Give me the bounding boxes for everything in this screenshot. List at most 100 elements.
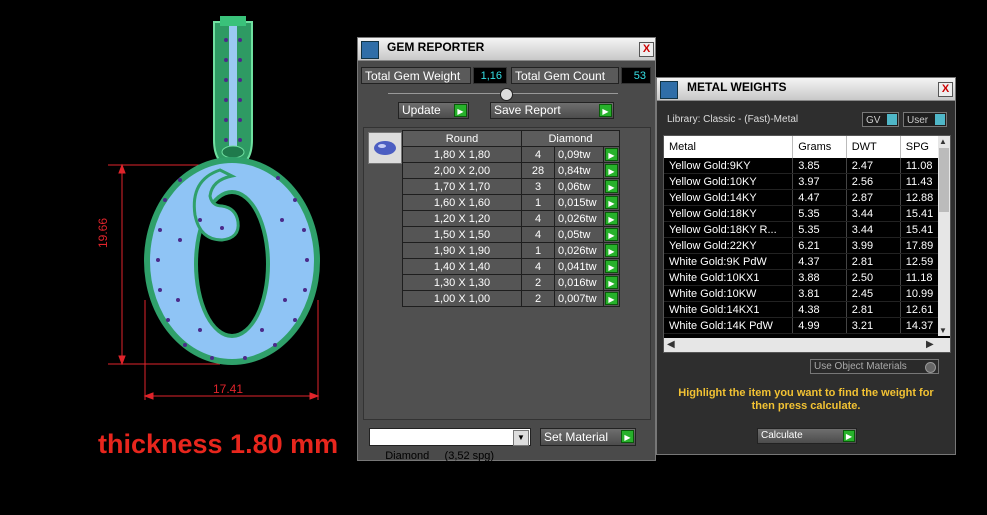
play-icon: ▶ bbox=[605, 148, 618, 161]
metal-row[interactable]: White Gold:14KX1 4.38 2.81 12.61 bbox=[664, 301, 950, 318]
save-report-label: Save Report bbox=[494, 103, 561, 117]
gem-row-go-button[interactable]: ▶ bbox=[603, 274, 620, 291]
metal-col-header[interactable]: Grams bbox=[792, 136, 847, 158]
dimension-height-label: 19.66 bbox=[96, 217, 110, 248]
gem-row-go-button[interactable]: ▶ bbox=[603, 258, 620, 275]
gem-weight: 0,015tw bbox=[554, 194, 604, 211]
metal-col-header[interactable]: Metal bbox=[664, 136, 794, 158]
scroll-up-icon[interactable]: ▲ bbox=[939, 137, 947, 146]
play-icon: ▶ bbox=[605, 276, 618, 289]
letter-o bbox=[144, 157, 320, 365]
gem-row[interactable]: 1,40 X 1,40 4 0,041tw ▶ bbox=[402, 258, 620, 275]
gem-size: 1,40 X 1,40 bbox=[402, 258, 522, 275]
metal-weights-title: METAL WEIGHTS bbox=[687, 80, 787, 94]
metal-cell: Yellow Gold:18KY R... bbox=[664, 221, 794, 238]
user-toggle[interactable]: User bbox=[903, 112, 947, 127]
gem-size: 2,00 X 2,00 bbox=[402, 162, 522, 179]
gem-row[interactable]: 1,00 X 1,00 2 0,007tw ▶ bbox=[402, 290, 620, 307]
gem-row[interactable]: 1,80 X 1,80 4 0,09tw ▶ bbox=[402, 146, 620, 163]
gem-row[interactable]: 1,60 X 1,60 1 0,015tw ▶ bbox=[402, 194, 620, 211]
material-select-value: Diamond (3,52 spg) bbox=[385, 450, 495, 462]
save-report-button[interactable]: Save Report ▶ bbox=[490, 102, 614, 119]
gem-row-go-button[interactable]: ▶ bbox=[603, 290, 620, 307]
gem-reporter-titlebar[interactable]: GEM REPORTER X bbox=[358, 38, 655, 61]
round-gem-icon[interactable] bbox=[368, 132, 402, 164]
metal-cell: Yellow Gold:22KY bbox=[664, 237, 794, 254]
total-gem-count-value: 53 bbox=[621, 67, 651, 84]
gem-list-frame: Round Diamond 1,80 X 1,80 4 0,09tw ▶ 2,00 X … bbox=[363, 127, 651, 420]
metal-cell: Yellow Gold:10KY bbox=[664, 173, 794, 190]
gem-weight: 0,026tw bbox=[554, 242, 604, 259]
save-report-go-icon: ▶ bbox=[599, 104, 612, 117]
metal-weights-app-icon bbox=[660, 81, 678, 99]
gem-size: 1,00 X 1,00 bbox=[402, 290, 522, 307]
metal-list-vscrollbar[interactable]: ▲ ▼ bbox=[938, 136, 950, 336]
chevron-down-icon[interactable]: ▼ bbox=[513, 430, 529, 446]
metal-cell: White Gold:10KW bbox=[664, 285, 794, 302]
gem-row-go-button[interactable]: ▶ bbox=[603, 226, 620, 243]
metal-row[interactable]: White Gold:10KW 3.81 2.45 10.99 bbox=[664, 285, 950, 302]
gem-count: 2 bbox=[521, 274, 555, 291]
metal-weights-close-button[interactable]: X bbox=[938, 82, 953, 97]
gem-size: 1,60 X 1,60 bbox=[402, 194, 522, 211]
gem-row[interactable]: 2,00 X 2,00 28 0,84tw ▶ bbox=[402, 162, 620, 179]
calculate-go-icon: ▶ bbox=[843, 430, 855, 442]
gem-row-go-button[interactable]: ▶ bbox=[603, 194, 620, 211]
metal-row[interactable]: White Gold:14K PdW 4.99 3.21 14.37 bbox=[664, 317, 950, 334]
metal-weights-titlebar[interactable]: METAL WEIGHTS X bbox=[657, 78, 955, 101]
metal-row[interactable]: Yellow Gold:18KY R... 5.35 3.44 15.41 bbox=[664, 221, 950, 238]
gv-indicator-icon bbox=[887, 114, 897, 125]
gem-row-go-button[interactable]: ▶ bbox=[603, 178, 620, 195]
gem-row[interactable]: 1,90 X 1,90 1 0,026tw ▶ bbox=[402, 242, 620, 259]
gem-row[interactable]: 1,20 X 1,20 4 0,026tw ▶ bbox=[402, 210, 620, 227]
metal-row[interactable]: Yellow Gold:18KY 5.35 3.44 15.41 bbox=[664, 205, 950, 222]
total-gem-count-label: Total Gem Count bbox=[511, 67, 619, 84]
set-material-button[interactable]: Set Material ▶ bbox=[540, 428, 636, 446]
metal-cell: 2.81 bbox=[846, 301, 901, 318]
metal-row[interactable]: Yellow Gold:14KY 4.47 2.87 12.88 bbox=[664, 189, 950, 206]
slider-handle[interactable] bbox=[500, 88, 513, 101]
gv-toggle[interactable]: GV bbox=[862, 112, 899, 127]
gem-reporter-close-button[interactable]: X bbox=[639, 42, 654, 57]
metal-list[interactable]: Metal Grams DWT SPG Yellow Gold:9KY 3.85 2.47… bbox=[663, 135, 951, 353]
play-icon: ▶ bbox=[605, 244, 618, 257]
gem-row-go-button[interactable]: ▶ bbox=[603, 242, 620, 259]
metal-row[interactable]: Yellow Gold:10KY 3.97 2.56 11.43 bbox=[664, 173, 950, 190]
gem-count: 4 bbox=[521, 258, 555, 275]
metal-cell: 3.44 bbox=[846, 205, 901, 222]
metal-cell: 2.47 bbox=[846, 158, 901, 174]
scroll-down-icon[interactable]: ▼ bbox=[939, 326, 947, 335]
material-select[interactable]: Diamond (3,52 spg) ▼ bbox=[369, 428, 531, 462]
instruction-text: Highlight the item you want to find the … bbox=[678, 387, 934, 412]
calculate-button[interactable]: Calculate ▶ bbox=[757, 428, 857, 444]
metal-row[interactable]: Yellow Gold:22KY 6.21 3.99 17.89 bbox=[664, 237, 950, 254]
gem-weight: 0,84tw bbox=[554, 162, 604, 179]
gem-row[interactable]: 1,30 X 1,30 2 0,016tw ▶ bbox=[402, 274, 620, 291]
total-gem-weight-label: Total Gem Weight bbox=[361, 67, 471, 84]
gem-row[interactable]: 1,50 X 1,50 4 0,05tw ▶ bbox=[402, 226, 620, 243]
metal-row[interactable]: White Gold:10KX1 3.88 2.50 11.18 bbox=[664, 269, 950, 286]
gem-weight: 0,007tw bbox=[554, 290, 604, 307]
metal-list-hscrollbar[interactable]: ◀ ▶ bbox=[664, 338, 950, 352]
scroll-right-icon[interactable]: ▶ bbox=[926, 339, 934, 350]
gem-count: 4 bbox=[521, 210, 555, 227]
gem-row-go-button[interactable]: ▶ bbox=[603, 210, 620, 227]
gem-row-go-button[interactable]: ▶ bbox=[603, 162, 620, 179]
metal-row[interactable]: White Gold:9K PdW 4.37 2.81 12.59 bbox=[664, 253, 950, 270]
update-button[interactable]: Update ▶ bbox=[398, 102, 469, 119]
gem-count: 4 bbox=[521, 146, 555, 163]
gem-reporter-app-icon bbox=[361, 41, 379, 59]
metal-cell: 3.81 bbox=[792, 285, 847, 302]
metal-col-header[interactable]: DWT bbox=[846, 136, 901, 158]
gem-row-go-button[interactable]: ▶ bbox=[603, 146, 620, 163]
gem-count: 3 bbox=[521, 178, 555, 195]
metal-row[interactable]: Yellow Gold:9KY 3.85 2.47 11.08 bbox=[664, 158, 950, 174]
scroll-left-icon[interactable]: ◀ bbox=[667, 339, 675, 350]
use-object-materials-checkbox[interactable]: Use Object Materials bbox=[810, 359, 939, 374]
vscroll-thumb[interactable] bbox=[939, 148, 949, 212]
gem-row[interactable]: 1,70 X 1,70 3 0,06tw ▶ bbox=[402, 178, 620, 195]
metal-cell: Yellow Gold:9KY bbox=[664, 158, 794, 174]
gem-size: 1,70 X 1,70 bbox=[402, 178, 522, 195]
3d-viewport[interactable]: 19.66 17.41 thickness 1.80 mm bbox=[0, 0, 356, 510]
update-go-icon: ▶ bbox=[454, 104, 467, 117]
